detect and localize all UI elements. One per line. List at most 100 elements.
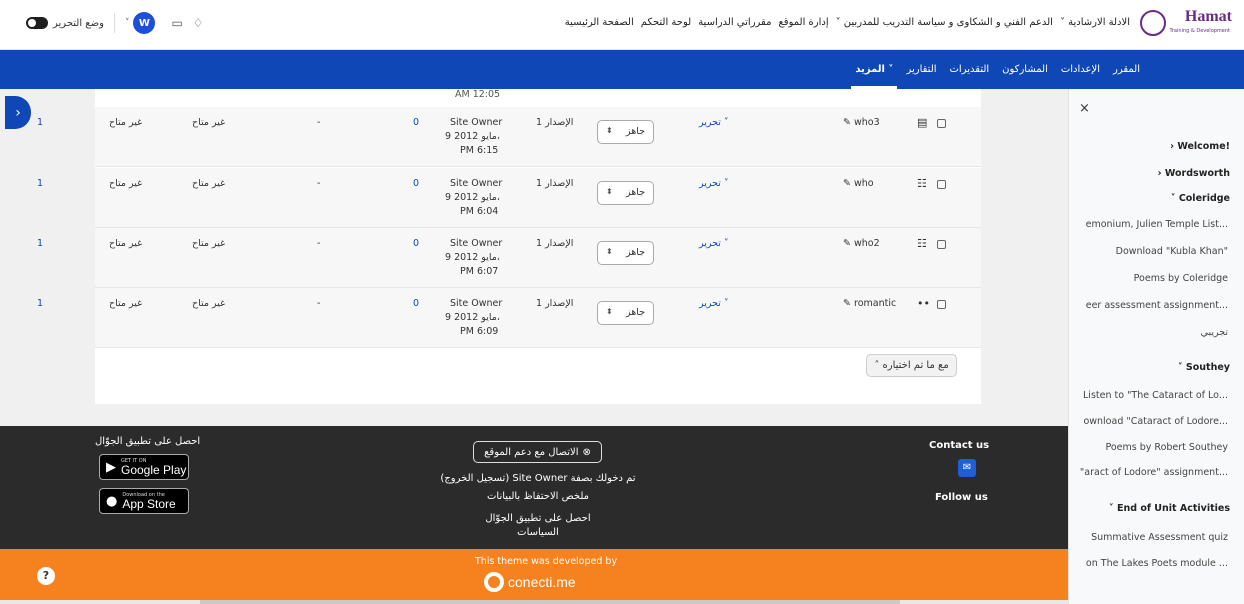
user-avatar[interactable]: W: [133, 12, 156, 34]
edit-menu[interactable]: تحرير ˅: [699, 238, 729, 249]
nav-guides[interactable]: الادلة الارشادية ˅: [1060, 17, 1130, 28]
course-section[interactable]: Southey ˅: [1178, 362, 1230, 373]
status-select[interactable]: جاهز ⬍: [597, 181, 654, 205]
course-section[interactable]: !Welcome ‹: [1170, 141, 1230, 152]
close-drawer-icon[interactable]: ×: [1079, 101, 1090, 116]
google-play-icon: ▶: [106, 459, 116, 475]
usage-count[interactable]: 0: [413, 238, 419, 249]
mobile-app-heading: احصل على تطبيق الجوّال: [95, 436, 201, 447]
row-checkbox[interactable]: [937, 180, 946, 189]
pencil-icon: ✎: [843, 298, 851, 309]
row-checkbox[interactable]: [937, 119, 946, 128]
theme-credit-bar: This theme was developed by conecti.me: [0, 549, 1068, 600]
usage-count[interactable]: 0: [413, 117, 419, 128]
horizontal-scrollbar[interactable]: [0, 600, 1068, 604]
course-activity[interactable]: Poems by Coleridge: [1134, 273, 1228, 284]
contact-us-heading: Contact us: [929, 440, 990, 451]
logo-text: Hamat: [1184, 8, 1232, 25]
status-select[interactable]: جاهز ⬍: [597, 241, 654, 265]
site-logo[interactable]: Hamat Training & Development: [1140, 8, 1232, 42]
policies-link[interactable]: السياسات: [408, 527, 668, 538]
not-available-2: غير متاح: [109, 298, 143, 309]
row-checkbox[interactable]: [937, 240, 946, 249]
course-activity[interactable]: "Download "Kubla Khan: [1116, 246, 1228, 257]
edit-mode-toggle[interactable]: [26, 17, 48, 29]
user-menu-chevron-icon[interactable]: ˅: [125, 18, 130, 28]
status-value: جاهز: [625, 126, 645, 137]
course-activity[interactable]: تجريبي: [1201, 327, 1228, 338]
course-activity[interactable]: ... on The Lakes Poets module: [1086, 558, 1228, 569]
usage-count[interactable]: 0: [413, 178, 419, 189]
select-arrows-icon: ⬍: [606, 126, 613, 135]
dash-value: -: [317, 298, 321, 309]
file-icon: ▤: [917, 116, 928, 129]
status-select[interactable]: جاهز ⬍: [597, 301, 654, 325]
row-checkbox[interactable]: [937, 300, 946, 309]
usage-count[interactable]: 0: [413, 298, 419, 309]
tab-reports[interactable]: التقارير: [906, 50, 936, 89]
data-retention-link[interactable]: ملخص الاحتفاظ بالبيانات: [408, 491, 668, 502]
row-number-link[interactable]: 1: [37, 238, 43, 249]
file-name-link[interactable]: ✎ romantic: [843, 298, 896, 309]
help-icon[interactable]: ?: [37, 567, 55, 585]
file-name-link[interactable]: ✎ who: [843, 178, 874, 189]
row-number-link[interactable]: 1: [37, 178, 43, 189]
course-activity[interactable]: ...aract of Lodore" assignment": [1080, 467, 1228, 478]
app-store-badge[interactable]: ● Download on the App Store: [99, 488, 189, 514]
status-select[interactable]: جاهز ⬍: [597, 120, 654, 144]
with-selected-button[interactable]: مع ما تم اختياره ˄: [866, 354, 957, 377]
version-label: الإصدار 1: [536, 238, 574, 249]
course-activity[interactable]: ...ownload "Cataract of Lodore: [1083, 416, 1228, 427]
clipped-time: AM 12:05: [455, 89, 501, 100]
conectime-logo[interactable]: conecti.me: [484, 572, 576, 592]
course-activity[interactable]: Poems by Robert Southey: [1105, 442, 1228, 453]
nav-site-admin[interactable]: إدارة الموقع: [778, 17, 828, 28]
open-sidebar-chevron-icon[interactable]: ›: [5, 96, 31, 129]
nav-support[interactable]: الدعم الفني و الشكاوى و سياسة التدريب لل…: [836, 17, 1053, 28]
row-number-link[interactable]: 1: [37, 117, 43, 128]
tab-settings[interactable]: الإعدادات: [1061, 50, 1100, 89]
pencil-icon: ✎: [843, 178, 851, 189]
tab-course[interactable]: المقرر: [1113, 50, 1140, 89]
file-name: who: [854, 178, 874, 189]
course-activity[interactable]: ...Listen to "The Cataract of Lo: [1083, 390, 1228, 401]
edit-menu[interactable]: تحرير ˅: [699, 117, 729, 128]
nav-home[interactable]: الصفحة الرئيسية: [565, 17, 634, 28]
course-section[interactable]: Wordsworth ‹: [1158, 168, 1230, 179]
tab-participants[interactable]: المشاركون: [1002, 50, 1048, 89]
table-row: •• ✎ romantic تحرير ˅ جاهز ⬍ الإصدار 1 Site Ow…: [37, 288, 981, 348]
nav-my-courses[interactable]: مقرراتي الدراسية: [698, 17, 771, 28]
google-play-badge[interactable]: ▶ GET IT ON Google Play: [99, 454, 189, 480]
tab-more[interactable]: المزيد ˅: [851, 50, 898, 89]
course-activity[interactable]: ...eer assessment assignment: [1086, 300, 1228, 311]
email-icon[interactable]: ✉: [958, 459, 976, 477]
table-row: ☷ ✎ who2 تحرير ˅ جاهز ⬍ الإصدار 1 Site Owner 9 …: [37, 228, 981, 288]
not-available-2: غير متاح: [109, 178, 143, 189]
file-name-link[interactable]: ✎ who2: [843, 238, 880, 249]
notifications-bell-icon[interactable]: ♢: [193, 16, 204, 30]
status-value: جاهز: [625, 307, 645, 318]
course-section[interactable]: Coleridge ˅: [1171, 193, 1230, 204]
row-number-link[interactable]: 1: [37, 298, 43, 309]
nav-dashboard[interactable]: لوحة التحكم: [641, 17, 691, 28]
page-footer: Contact us ✉ Follow us ⊗ الاتصال مع دعم …: [0, 426, 1068, 549]
course-section[interactable]: End of Unit Activities ˅: [1109, 503, 1230, 514]
course-activity[interactable]: ...emonium, Julien Temple List: [1086, 219, 1228, 230]
messages-icon[interactable]: ▭: [171, 16, 182, 30]
logged-in-info[interactable]: تم دخولك بصفة Site Owner (تسجيل الخروج): [408, 473, 668, 484]
status-value: جاهز: [625, 247, 645, 258]
tab-grades[interactable]: التقديرات: [950, 50, 990, 89]
not-available-2: غير متاح: [109, 238, 143, 249]
course-activity[interactable]: Summative Assessment quiz: [1091, 532, 1228, 543]
modified-time: PM 6:09: [460, 326, 499, 337]
not-available-1: غير متاح: [192, 298, 226, 309]
get-mobile-app-link[interactable]: احصل على تطبيق الجوّال: [408, 513, 668, 524]
edit-menu[interactable]: تحرير ˅: [699, 178, 729, 189]
version-label: الإصدار 1: [536, 298, 574, 309]
file-name: romantic: [854, 298, 897, 309]
logo-emblem-icon: [1140, 10, 1166, 36]
file-name-link[interactable]: ✎ who3: [843, 117, 880, 128]
edit-menu[interactable]: تحرير ˅: [699, 298, 729, 309]
contact-support-button[interactable]: ⊗ الاتصال مع دعم الموقع: [473, 441, 602, 463]
owner-name: Site Owner: [450, 298, 503, 309]
